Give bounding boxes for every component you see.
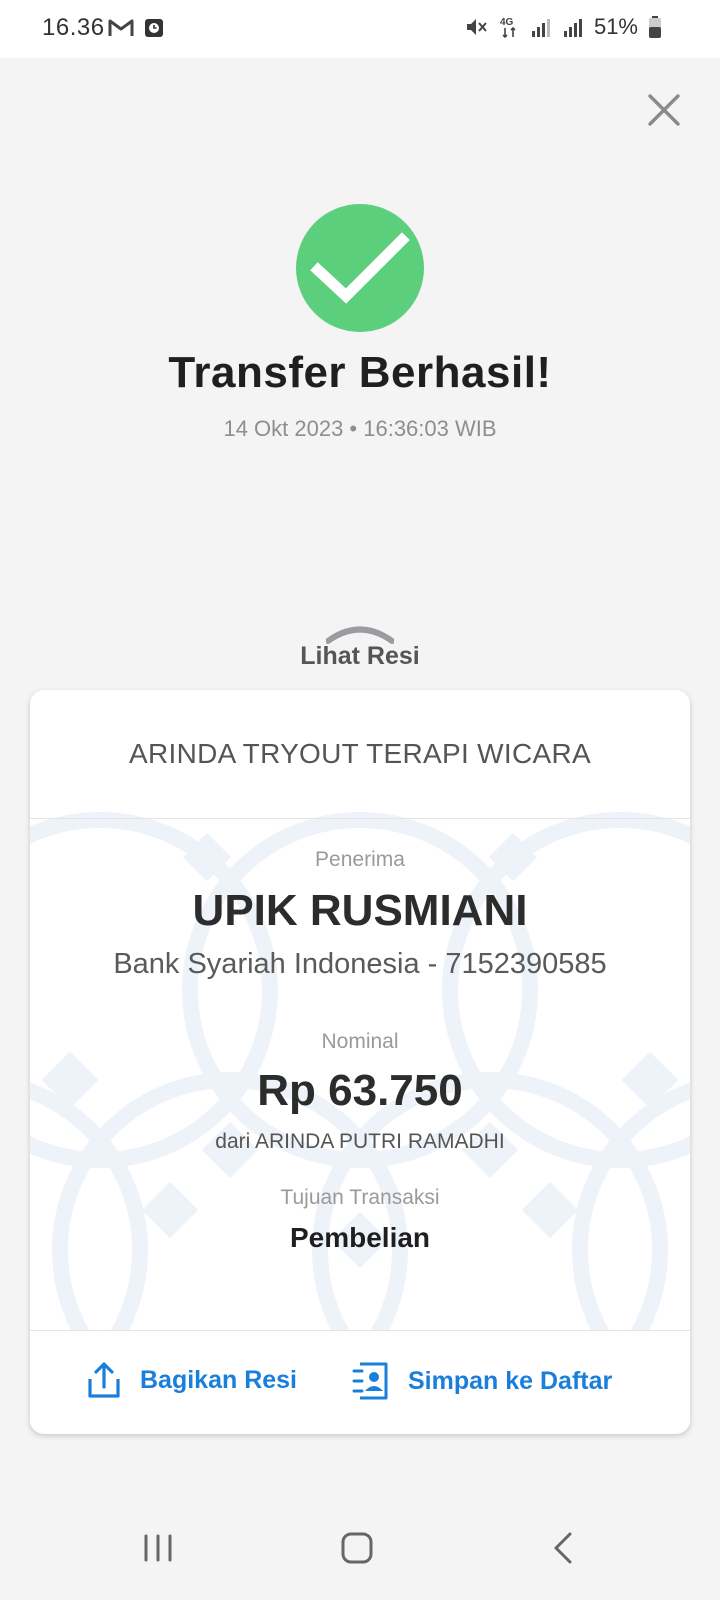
transaction-datetime: 14 Okt 2023 • 16:36:03 WIB	[223, 416, 497, 441]
receipt-actions: Bagikan Resi Simpan ke Daftar	[30, 1330, 690, 1434]
mute-icon	[466, 19, 487, 35]
status-time: 16.36	[42, 14, 105, 41]
view-receipt-toggle[interactable]: Lihat Resi	[0, 642, 720, 671]
share-receipt-button[interactable]: Bagikan Resi	[86, 1361, 297, 1399]
recipient-bank-account: Bank Syariah Indonesia - 7152390585	[113, 948, 607, 980]
recipient-name: UPIK RUSMIANI	[192, 886, 528, 935]
save-to-list-label: Simpan ke Daftar	[408, 1366, 613, 1395]
page-title: Transfer Berhasil!	[168, 348, 552, 397]
recent-apps-icon[interactable]	[134, 1528, 182, 1568]
system-status-icons: 4G 51%	[464, 14, 662, 40]
battery-icon	[649, 16, 661, 38]
chevron-up-icon[interactable]	[326, 624, 394, 644]
system-nav-bar	[0, 1500, 720, 1600]
check-circle-icon	[296, 204, 424, 332]
signal-icon	[563, 19, 582, 37]
save-to-list-button[interactable]: Simpan ke Daftar	[352, 1361, 612, 1401]
alarm-icon	[145, 19, 163, 37]
back-icon[interactable]	[540, 1528, 588, 1568]
purpose-label: Tujuan Transaksi	[280, 1186, 440, 1209]
share-icon	[88, 1362, 120, 1398]
network-4g-icon: 4G	[500, 17, 516, 39]
svg-text:4G: 4G	[500, 17, 514, 28]
recipient-label: Penerima	[315, 848, 405, 871]
close-icon[interactable]	[646, 92, 682, 128]
amount-label: Nominal	[321, 1030, 399, 1053]
merchant-name: ARINDA TRYOUT TERAPI WICARA	[30, 690, 690, 819]
battery-percent: 51%	[593, 14, 638, 39]
status-bar: 16.36 4G 51%	[0, 0, 720, 58]
contact-add-icon	[352, 1362, 388, 1400]
home-icon[interactable]	[334, 1528, 382, 1568]
notification-icons	[108, 18, 164, 38]
sender-name: dari ARINDA PUTRI RAMADHI	[215, 1130, 505, 1153]
transaction-purpose: Pembelian	[289, 1222, 431, 1253]
receipt-card: ARINDA TRYOUT TERAPI WICARA Penerima UPI…	[30, 690, 690, 1434]
signal-icon	[531, 19, 550, 37]
gmail-icon	[108, 19, 134, 36]
transfer-amount: Rp 63.750	[257, 1066, 463, 1115]
share-receipt-label: Bagikan Resi	[140, 1365, 298, 1394]
